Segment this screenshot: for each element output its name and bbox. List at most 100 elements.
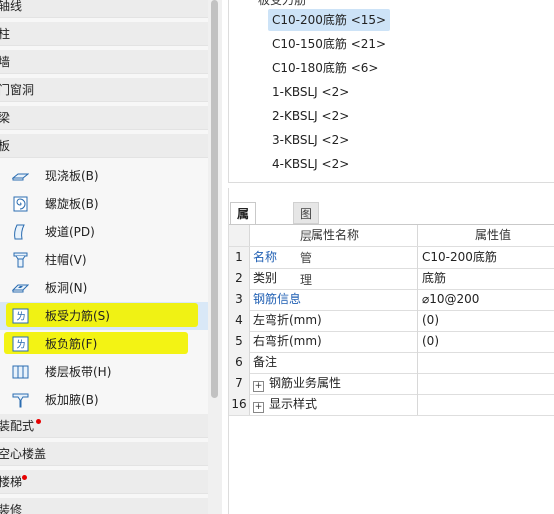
nav-category-decoration[interactable]: 装修 bbox=[0, 498, 208, 514]
nav-item-label: 螺旋板(B) bbox=[45, 197, 99, 211]
slab-haunch-icon bbox=[12, 392, 29, 408]
nav-category-axis[interactable]: 轴线 bbox=[0, 0, 208, 18]
property-name: 类别 bbox=[250, 268, 418, 289]
row-number: 5 bbox=[229, 331, 250, 352]
nav-item-slab-negative-rebar[interactable]: ㄌ 板负筋(F) bbox=[0, 330, 208, 358]
nav-category-slab[interactable]: 板 bbox=[0, 134, 208, 158]
ramp-icon bbox=[12, 224, 29, 240]
nav-item-slab-haunch[interactable]: 板加腋(B) bbox=[0, 386, 208, 414]
property-value[interactable]: (0) bbox=[422, 331, 439, 352]
property-row[interactable]: 4 左弯折(mm) (0) bbox=[229, 310, 554, 332]
nav-category-label: 轴线 bbox=[0, 0, 23, 13]
nav-item-column-cap[interactable]: 柱帽(V) bbox=[0, 246, 208, 274]
nav-item-label: 现浇板(B) bbox=[45, 169, 99, 183]
nav-item-label: 板受力筋(S) bbox=[45, 309, 110, 323]
nav-category-stairs[interactable]: 楼梯 bbox=[0, 470, 208, 494]
property-value[interactable]: (0) bbox=[422, 310, 439, 331]
nav-item-ramp[interactable]: 坡道(PD) bbox=[0, 218, 208, 246]
tree-item[interactable]: 1-KBSLJ <2> bbox=[268, 81, 353, 103]
property-name: 备注 bbox=[250, 352, 418, 373]
row-number: 3 bbox=[229, 289, 250, 310]
svg-text:ㄌ: ㄌ bbox=[16, 311, 26, 323]
expand-icon[interactable]: + bbox=[253, 381, 264, 392]
property-row[interactable]: 16 + 显示样式 bbox=[229, 394, 554, 416]
nav-category-column[interactable]: 柱 bbox=[0, 22, 208, 46]
spiral-slab-icon bbox=[12, 196, 29, 212]
nav-item-floor-slab-strip[interactable]: 楼层板带(H) bbox=[0, 358, 208, 386]
nav-item-label: 板加腋(B) bbox=[45, 393, 99, 407]
column-header-value: 属性值 bbox=[475, 228, 512, 242]
column-header-name: 属性名称 bbox=[250, 225, 418, 246]
row-number: 16 bbox=[229, 394, 250, 415]
property-row[interactable]: 3 钢筋信息 ⌀10@200 bbox=[229, 289, 554, 311]
cast-slab-icon bbox=[12, 168, 29, 184]
row-number: 6 bbox=[229, 352, 250, 373]
nav-category-label: 柱 bbox=[0, 27, 11, 41]
property-grid: 属性名称 属性值 1 名称 C10-200底筋 2 类别 底筋 3 钢筋信息 ⌀… bbox=[229, 224, 554, 416]
property-row[interactable]: 6 备注 bbox=[229, 352, 554, 374]
nav-item-label: 板负筋(F) bbox=[45, 337, 98, 351]
property-row[interactable]: 7 + 钢筋业务属性 bbox=[229, 373, 554, 395]
row-number: 1 bbox=[229, 247, 250, 268]
property-name: 右弯折(mm) bbox=[250, 331, 418, 352]
nav-item-label: 坡道(PD) bbox=[45, 225, 95, 239]
nav-category-prefab[interactable]: 装配式 bbox=[0, 414, 208, 438]
property-value[interactable]: C10-200底筋 bbox=[422, 247, 497, 268]
tree-item[interactable]: 3-KBSLJ <2> bbox=[268, 129, 353, 151]
nav-item-spiral-slab[interactable]: 螺旋板(B) bbox=[0, 190, 208, 218]
scrollbar-thumb[interactable] bbox=[211, 0, 218, 398]
nav-item-cast-slab[interactable]: 现浇板(B) bbox=[0, 162, 208, 190]
property-value[interactable]: 底筋 bbox=[422, 268, 446, 289]
nav-scrollbar[interactable] bbox=[208, 0, 222, 514]
nav-category-label: 墙 bbox=[0, 55, 11, 69]
tab-property-list[interactable]: 属性列表 bbox=[230, 202, 257, 287]
nav-category-label: 梁 bbox=[0, 111, 11, 125]
nav-category-label: 门窗洞 bbox=[0, 83, 35, 97]
row-number-header bbox=[229, 225, 250, 246]
nav-item-slab-main-rebar[interactable]: ㄌ 板受力筋(S) bbox=[0, 302, 208, 330]
group-label: 钢筋业务属性 bbox=[269, 376, 342, 390]
nav-category-hollow-floor[interactable]: 空心楼盖 bbox=[0, 442, 208, 466]
slab-negative-rebar-icon: ㄌ bbox=[12, 336, 29, 352]
property-row[interactable]: 1 名称 C10-200底筋 bbox=[229, 247, 554, 269]
tree-item[interactable]: C10-180底筋 <6> bbox=[268, 57, 382, 79]
property-name: 左弯折(mm) bbox=[250, 310, 418, 331]
tab-layer-management[interactable]: 图层管理 bbox=[293, 202, 320, 287]
nav-item-label: 柱帽(V) bbox=[45, 253, 87, 267]
nav-category-wall[interactable]: 墙 bbox=[0, 50, 208, 74]
group-label: 显示样式 bbox=[269, 397, 318, 411]
tree-item[interactable]: 2-KBSLJ <2> bbox=[268, 105, 353, 127]
property-name: 钢筋信息 bbox=[250, 289, 418, 310]
nav-item-slab-hole[interactable]: 板洞(N) bbox=[0, 274, 208, 302]
nav-category-label: 空心楼盖 bbox=[0, 447, 47, 461]
floor-slab-strip-icon bbox=[12, 364, 29, 380]
property-grid-header: 属性名称 属性值 bbox=[229, 225, 554, 247]
svg-text:ㄌ: ㄌ bbox=[16, 339, 26, 351]
row-number: 2 bbox=[229, 268, 250, 289]
row-number: 7 bbox=[229, 373, 250, 394]
property-name: 名称 bbox=[250, 247, 418, 268]
nav-item-label: 楼层板带(H) bbox=[45, 365, 112, 379]
nav-category-beam[interactable]: 梁 bbox=[0, 106, 208, 130]
notification-dot bbox=[22, 475, 27, 480]
nav-category-label: 装修 bbox=[0, 503, 23, 514]
tree-item[interactable]: C10-150底筋 <21> bbox=[268, 33, 390, 55]
row-number: 4 bbox=[229, 310, 250, 331]
property-value[interactable]: ⌀10@200 bbox=[422, 289, 479, 310]
property-name-group: + 钢筋业务属性 bbox=[250, 373, 418, 394]
property-name-group: + 显示样式 bbox=[250, 394, 418, 415]
nav-category-label: 装配式 bbox=[0, 419, 35, 433]
notification-dot bbox=[36, 419, 41, 424]
expand-icon[interactable]: + bbox=[253, 402, 264, 413]
tree-group-header[interactable]: 板受力筋 bbox=[258, 0, 306, 8]
nav-category-label: 板 bbox=[0, 139, 11, 153]
nav-category-opening[interactable]: 门窗洞 bbox=[0, 78, 208, 102]
nav-category-label: 楼梯 bbox=[0, 475, 23, 489]
slab-main-rebar-icon: ㄌ bbox=[12, 308, 29, 324]
tree-item[interactable]: 4-KBSLJ <2> bbox=[268, 153, 353, 175]
property-row[interactable]: 5 右弯折(mm) (0) bbox=[229, 331, 554, 353]
component-nav-panel: 轴线 柱 墙 门窗洞 梁 板 现浇板(B) 螺旋板(B) 坡道(PD) 柱帽(V… bbox=[0, 0, 208, 514]
property-row[interactable]: 2 类别 底筋 bbox=[229, 268, 554, 290]
tree-item[interactable]: C10-200底筋 <15> bbox=[268, 9, 391, 31]
column-cap-icon bbox=[12, 252, 29, 268]
